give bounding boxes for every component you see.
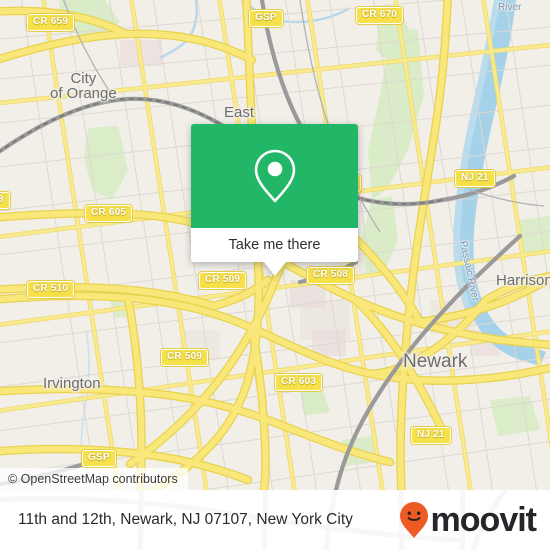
map-popup-card[interactable]: Take me there: [191, 124, 358, 276]
map-road-shield: 3: [0, 192, 10, 209]
popup-tail: [263, 262, 286, 276]
take-me-there-label: Take me there: [228, 237, 321, 253]
take-me-there-button[interactable]: Take me there: [191, 228, 358, 262]
map-road-shield: CR 509: [161, 349, 209, 366]
map-road-shield: CR 659: [27, 14, 75, 31]
map-place-label: City of Orange: [50, 70, 117, 102]
map-pin-icon: [253, 148, 297, 204]
popup-header: [191, 124, 358, 228]
map-canvas[interactable]: City of Orange East Newark Harrison Irvin…: [0, 0, 550, 490]
moovit-brand[interactable]: moovit: [399, 501, 537, 539]
map-place-label: Harrison: [496, 272, 550, 289]
map-place-label: Irvington: [43, 375, 101, 392]
map-place-label: East: [224, 104, 255, 121]
map-road-shield: CR 509: [199, 272, 247, 289]
map-road-shield: CR 603: [275, 374, 323, 391]
moovit-wordmark: moovit: [430, 501, 537, 539]
map-road-shield: CR 508: [307, 267, 355, 284]
map-road-shield: CR 510: [27, 281, 75, 298]
map-water-label: River: [498, 2, 522, 13]
footer-bar: 11th and 12th, Newark, NJ 07107, New Yor…: [0, 490, 550, 550]
map-screenshot-root: City of Orange East Newark Harrison Irvin…: [0, 0, 550, 550]
map-place-label: Newark: [403, 351, 468, 372]
footer-address: 11th and 12th, Newark, NJ 07107, New Yor…: [18, 511, 353, 528]
map-road-shield: NJ 21: [455, 170, 495, 187]
moovit-smiley-pin-icon: [399, 501, 429, 539]
map-road-shield: CR 605: [85, 205, 133, 222]
map-road-shield: CR 670: [356, 7, 404, 24]
map-road-shield: NJ 21: [411, 427, 451, 444]
map-attribution-text: © OpenStreetMap contributors: [8, 472, 178, 486]
map-road-shield: GSP: [82, 450, 116, 467]
map-road-shield: GSP: [249, 10, 283, 27]
map-attribution[interactable]: © OpenStreetMap contributors: [0, 468, 188, 490]
